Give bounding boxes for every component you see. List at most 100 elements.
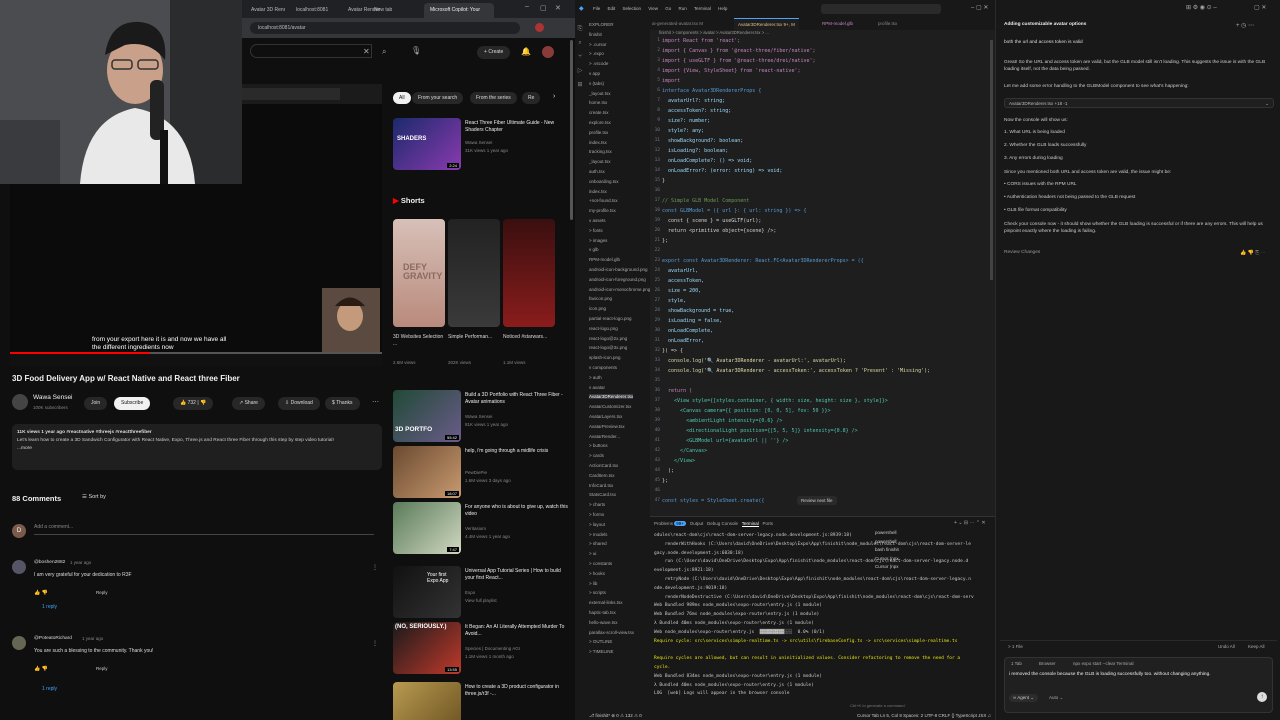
code-line[interactable]: onLoadComplete?: () => void; xyxy=(662,158,752,164)
code-line[interactable]: size = 200, xyxy=(662,288,701,294)
explorer-item[interactable]: _layout.tsx xyxy=(589,91,611,96)
clear-search-icon[interactable]: ✕ xyxy=(363,47,370,56)
code-editor[interactable]: 1 import React from 'react'; 2 import { Can… xyxy=(650,36,995,514)
context-tab[interactable]: npx expo start --clear Terminal xyxy=(1073,661,1133,666)
explorer-item[interactable]: hello-wave.tsx xyxy=(589,620,618,625)
page-scrollbar[interactable] xyxy=(570,40,573,220)
microphone-icon[interactable]: 🎙 xyxy=(411,46,421,55)
code-line[interactable]: // Simple GLB Model Component xyxy=(662,198,749,204)
account-avatar[interactable] xyxy=(542,46,554,58)
activity-icons[interactable]: ⎘ ⌕ ⑂ ▷ ⊞ xyxy=(575,18,585,92)
explorer-item[interactable]: icon.png xyxy=(589,306,606,311)
window-controls[interactable]: – ▢ ✕ xyxy=(971,4,988,11)
context-tab[interactable]: 1 Tab xyxy=(1011,661,1022,666)
short-thumbnail[interactable] xyxy=(503,219,555,327)
terminal-session-item[interactable]: bash finishit xyxy=(875,547,899,552)
code-line[interactable]: style, xyxy=(662,298,686,304)
explorer-item[interactable]: AvatarLayers.tsx xyxy=(589,414,622,419)
browser-tab[interactable]: Avatar 3D Render xyxy=(245,3,285,18)
explorer-item[interactable]: partial-react-logo.png xyxy=(589,316,632,321)
send-icon[interactable]: ↑ xyxy=(1257,692,1267,702)
code-line[interactable]: showBackground = true, xyxy=(662,308,734,314)
panel-tab-debug[interactable]: Debug Console xyxy=(707,521,738,526)
explorer-item[interactable]: AvatarPreview.tsx xyxy=(589,424,625,429)
explorer-item[interactable]: android-icon-foreground.png xyxy=(589,277,646,282)
explorer-item[interactable]: > charts xyxy=(589,502,605,507)
description-more-link[interactable]: ...more xyxy=(17,446,377,451)
undo-all-button[interactable]: Undo All xyxy=(1218,644,1235,649)
comment-author[interactable]: @boshen2882 xyxy=(34,560,65,565)
recommendation-item[interactable]: 18:07 help, i'm going through a midlife … xyxy=(393,446,569,498)
edited-file-chip[interactable]: Avatar3DRenderer.tsx +18 -1 ⌄ xyxy=(1004,98,1274,108)
code-line[interactable]: onLoadComplete, xyxy=(662,328,713,334)
explorer-item[interactable]: favicon.png xyxy=(589,296,612,301)
sort-comments-button[interactable]: ☰ Sort by xyxy=(82,494,106,500)
code-line[interactable]: } xyxy=(662,178,665,184)
review-changes-link[interactable]: Review Changes xyxy=(1004,250,1274,257)
code-line[interactable]: const { scene } = useGLTF(url); xyxy=(662,218,761,224)
explorer-item[interactable]: Avatar3DRenderer.tsx xyxy=(589,394,634,400)
chip-related[interactable]: Re xyxy=(522,92,541,104)
code-line[interactable]: const GLBModel = ({ url }: { url: string… xyxy=(662,208,807,214)
comment-like-icon[interactable]: 👍 👎 xyxy=(34,666,48,672)
code-line[interactable]: import { Canvas } from '@react-three/fib… xyxy=(662,48,816,54)
explorer-item[interactable]: v app xyxy=(589,71,600,76)
panel-actions-icons[interactable]: + ⌄ ⊟ ⋯ ⌃ ✕ xyxy=(954,520,986,526)
explorer-item[interactable]: > hooks xyxy=(589,571,605,576)
chips-next-icon[interactable]: › xyxy=(553,93,555,100)
code-line[interactable]: }; xyxy=(662,478,668,484)
comment-menu-icon[interactable]: ⋮ xyxy=(372,564,378,571)
join-button[interactable]: Join xyxy=(84,397,108,410)
explorer-item[interactable]: v glb xyxy=(589,247,599,252)
reply-button[interactable]: Reply xyxy=(96,590,108,595)
create-button[interactable]: + Create xyxy=(477,46,511,59)
address-input[interactable]: localhost:8081/avatar xyxy=(250,22,520,34)
chip-from-search[interactable]: From your search xyxy=(412,92,464,104)
menu-bar[interactable]: File Edit Selection View Go Run Terminal… xyxy=(593,6,727,11)
explorer-item[interactable]: AvatarCustomizer.tsx xyxy=(589,404,631,409)
subscribe-button[interactable]: Subscribe xyxy=(114,397,151,410)
panel-tab-terminal[interactable]: Terminal xyxy=(741,521,759,527)
download-button[interactable]: ⇩ Download xyxy=(278,397,320,410)
explorer-item[interactable]: > cards xyxy=(589,453,604,458)
explorer-item[interactable]: index.tsx xyxy=(589,140,607,145)
code-line[interactable]: import React from 'react'; xyxy=(662,38,740,44)
mode-selector[interactable]: ∞ Agent ⌄ xyxy=(1009,694,1039,702)
panel-tab-output[interactable]: Output xyxy=(690,521,704,526)
explorer-item[interactable]: my-profile.tsx xyxy=(589,208,616,213)
code-line[interactable]: interface Avatar3DRendererProps { xyxy=(662,88,761,94)
terminal-session-item[interactable]: powershell xyxy=(875,530,897,535)
code-line[interactable]: isLoading = false, xyxy=(662,318,722,324)
explorer-item[interactable]: finishit xyxy=(589,32,602,37)
browser-tab[interactable]: New tab xyxy=(368,3,410,18)
recommendation-item[interactable]: How to create a 3D product configurator … xyxy=(393,682,569,720)
profile-avatar[interactable] xyxy=(535,23,544,32)
code-line[interactable]: showBackground?: boolean; xyxy=(662,138,743,144)
browser-tab-active[interactable]: Microsoft Copilot: Your xyxy=(424,3,494,18)
explorer-item[interactable]: > lib xyxy=(589,581,597,586)
explorer-item[interactable]: +not-found.tsx xyxy=(589,198,618,203)
editor-tab[interactable]: profile.tsx xyxy=(878,21,897,26)
add-comment-input[interactable]: Add a comment... xyxy=(34,524,374,535)
recommendation-item[interactable]: SHADERS 2:24 React Three Fiber Ultimate … xyxy=(393,118,569,170)
explorer-item[interactable]: > fonts xyxy=(589,228,603,233)
code-line[interactable]: console.log('🔍 Avatar3DRenderer - avatar… xyxy=(662,358,846,364)
explorer-item[interactable]: index.tsx xyxy=(589,189,607,194)
explorer-item[interactable]: auth.tsx xyxy=(589,169,605,174)
explorer-item[interactable]: RPM-model.glb xyxy=(589,257,620,262)
breadcrumb[interactable]: finishit > components > avatar > Avatar3… xyxy=(659,30,769,35)
explorer-item[interactable]: > TIMELINE xyxy=(589,649,614,654)
channel-avatar[interactable] xyxy=(12,394,28,410)
notifications-icon[interactable]: 🔔 xyxy=(521,47,531,56)
code-line[interactable]: const styles = StyleSheet.create({ xyxy=(662,498,764,504)
code-line[interactable]: export const Avatar3DRenderer: React.FC<… xyxy=(662,258,864,264)
comment-menu-icon[interactable]: ⋮ xyxy=(372,640,378,647)
explorer-item[interactable]: > buttons xyxy=(589,443,608,448)
explorer-item[interactable]: v avatar xyxy=(589,385,605,390)
explorer-item[interactable]: > scripts xyxy=(589,590,606,595)
explorer-item[interactable]: > OUTLINE xyxy=(589,639,612,644)
review-next-file-button[interactable]: Review next file xyxy=(797,496,837,505)
explorer-item[interactable]: > constants xyxy=(589,561,612,566)
explorer-item[interactable]: home.tsx xyxy=(589,100,607,105)
more-actions-icon[interactable]: ⋯ xyxy=(372,398,379,406)
